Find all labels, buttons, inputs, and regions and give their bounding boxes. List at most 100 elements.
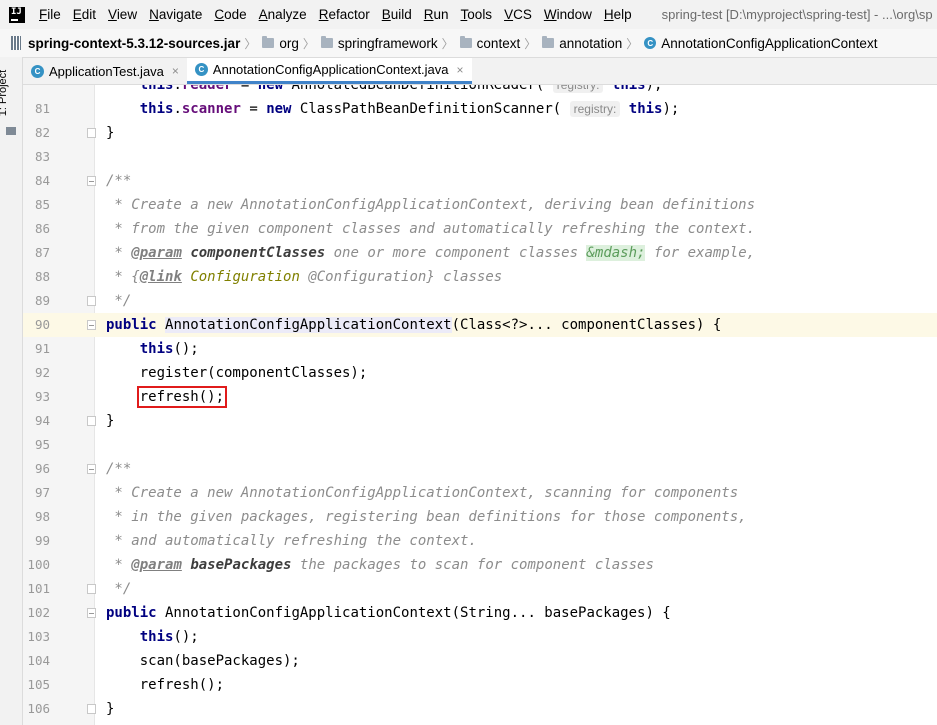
tab-annotation-config-application-context[interactable]: C AnnotationConfigApplicationContext.jav… [186, 58, 472, 84]
menu-help[interactable]: Help [598, 7, 638, 22]
code-line[interactable]: 92 register(componentClasses); [23, 361, 937, 385]
line-number: 100 [27, 557, 50, 572]
code-line[interactable]: 91 this(); [23, 337, 937, 361]
code-line[interactable]: 82} [23, 121, 937, 145]
package-icon [262, 36, 275, 48]
line-number: 96 [34, 461, 50, 476]
fold-marker-icon[interactable] [87, 416, 96, 426]
code-text: public AnnotationConfigApplicationContex… [106, 605, 671, 621]
code-line[interactable]: 105 refresh(); [23, 673, 937, 697]
menu-analyze[interactable]: Analyze [253, 7, 313, 22]
fold-marker-icon[interactable] [87, 176, 96, 186]
project-tool-button[interactable]: 1: Project [0, 63, 20, 135]
line-number: 97 [34, 485, 50, 500]
code-line[interactable]: 103 this(); [23, 625, 937, 649]
tab-label: ApplicationTest.java [49, 63, 164, 79]
code-text: * in the given packages, registering bea… [106, 509, 747, 525]
code-text: * from the given component classes and a… [106, 221, 756, 237]
class-icon: C [194, 63, 208, 76]
line-number: 88 [34, 269, 50, 284]
breadcrumb-springframework-label: springframework [337, 35, 438, 51]
line-number: 81 [34, 101, 50, 116]
tool-window-strip: 1: Project [0, 57, 23, 725]
breadcrumb: spring-context-5.3.12-sources.jar 〉 org … [0, 29, 937, 58]
package-icon [542, 36, 555, 48]
code-text: this.scanner = new ClassPathBeanDefiniti… [139, 101, 680, 117]
line-number: 94 [34, 413, 50, 428]
fold-marker-icon[interactable] [87, 704, 96, 714]
breadcrumb-context[interactable]: context [459, 36, 520, 51]
tab-application-test[interactable]: C ApplicationTest.java × [23, 58, 187, 84]
code-line[interactable]: 93 refresh(); [23, 385, 937, 409]
code-line[interactable]: 106} [23, 697, 937, 721]
code-text: */ [106, 581, 132, 597]
chevron-right-icon: 〉 [626, 36, 639, 51]
code-line[interactable]: 85 * Create a new AnnotationConfigApplic… [23, 193, 937, 217]
fold-marker-icon[interactable] [87, 584, 96, 594]
code-line[interactable]: this.reader = new AnnotatedBeanDefinitio… [23, 85, 937, 97]
close-icon[interactable]: × [457, 63, 464, 77]
code-text: this(); [139, 341, 199, 357]
code-line[interactable]: 96 /** [23, 457, 937, 481]
code-text: * @param componentClasses one or more co… [106, 245, 756, 261]
code-text: * Create a new AnnotationConfigApplicati… [106, 197, 756, 213]
code-editor[interactable]: this.reader = new AnnotatedBeanDefinitio… [23, 85, 937, 725]
code-line[interactable]: 95 [23, 433, 937, 457]
line-number: 85 [34, 197, 50, 212]
menu-run[interactable]: Run [418, 7, 455, 22]
breadcrumb-class-label: AnnotationConfigApplicationContext [661, 35, 878, 51]
menu-refactor[interactable]: Refactor [313, 7, 376, 22]
line-number: 87 [34, 245, 50, 260]
line-number: 89 [34, 293, 50, 308]
line-number: 103 [27, 629, 50, 644]
code-text: this(); [139, 629, 199, 645]
breadcrumb-jar[interactable]: spring-context-5.3.12-sources.jar [0, 36, 240, 51]
code-text: } [106, 701, 115, 717]
fold-marker-icon[interactable] [87, 128, 96, 138]
breadcrumb-class[interactable]: C AnnotationConfigApplicationContext [644, 36, 877, 51]
highlighted-refresh-call: refresh(); [136, 386, 228, 408]
breadcrumb-annotation[interactable]: annotation [542, 36, 622, 51]
fold-marker-icon[interactable] [87, 464, 96, 474]
code-line[interactable]: 98 * in the given packages, registering … [23, 505, 937, 529]
close-icon[interactable]: × [172, 64, 179, 78]
code-line[interactable]: 83 [23, 145, 937, 169]
code-line[interactable]: 89 */ [23, 289, 937, 313]
code-line[interactable]: 87 * @param componentClasses one or more… [23, 241, 937, 265]
code-line[interactable]: 84 /** [23, 169, 937, 193]
fold-marker-icon[interactable] [87, 296, 96, 306]
parameter-hint: registry: [569, 101, 621, 117]
code-line[interactable]: 100 * @param basePackages the packages t… [23, 553, 937, 577]
code-line[interactable]: 81 this.scanner = new ClassPathBeanDefin… [23, 97, 937, 121]
menu-navigate[interactable]: Navigate [143, 7, 208, 22]
menu-view[interactable]: View [102, 7, 143, 22]
code-line[interactable]: 90 public AnnotationConfigApplicationCont… [23, 313, 937, 337]
code-line[interactable]: 94} [23, 409, 937, 433]
code-text: } [106, 413, 115, 429]
code-line[interactable]: 102 public AnnotationConfigApplicationCon… [23, 601, 937, 625]
code-line[interactable]: 99 * and automatically refreshing the co… [23, 529, 937, 553]
code-line[interactable]: 86 * from the given component classes an… [23, 217, 937, 241]
tab-label: AnnotationConfigApplicationContext.java [212, 62, 449, 77]
breadcrumb-springframework[interactable]: springframework [320, 35, 438, 51]
fold-marker-icon[interactable] [87, 320, 96, 330]
menu-window[interactable]: Window [538, 7, 598, 22]
code-text: scan(basePackages); [106, 653, 300, 669]
menu-build[interactable]: Build [376, 7, 418, 22]
menu-file[interactable]: File [33, 7, 67, 22]
line-number: 98 [34, 509, 50, 524]
menu-code[interactable]: Code [208, 7, 252, 22]
menu-edit[interactable]: Edit [67, 7, 102, 22]
code-line[interactable]: 88 * {@link Configuration @Configuration… [23, 265, 937, 289]
breadcrumb-annotation-label: annotation [559, 35, 623, 51]
menu-items: File Edit View Navigate Code Analyze Refactor B… [33, 7, 638, 22]
code-line[interactable]: 104 scan(basePackages); [23, 649, 937, 673]
breadcrumb-org[interactable]: org [262, 36, 299, 51]
menu-tools[interactable]: Tools [455, 7, 499, 22]
fold-marker-icon[interactable] [87, 608, 96, 618]
menu-vcs[interactable]: VCS [498, 7, 538, 22]
code-line[interactable]: 101 */ [23, 577, 937, 601]
code-line[interactable]: 97 * Create a new AnnotationConfigApplic… [23, 481, 937, 505]
chevron-right-icon: 〉 [244, 36, 257, 51]
folder-icon [6, 127, 16, 135]
